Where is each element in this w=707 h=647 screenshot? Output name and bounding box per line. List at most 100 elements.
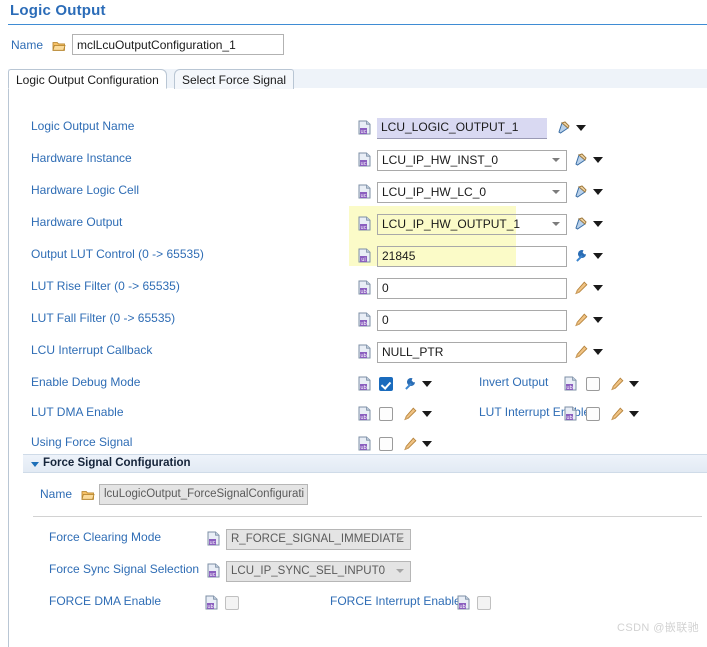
enable-debug-mode-checkbox[interactable]: [379, 377, 393, 391]
force-sync-signal-selection-combo[interactable]: LCU_IP_SYNC_SEL_INPUT0: [226, 561, 411, 582]
field-row-lcu-interrupt-callback: LCU Interrupt Callback ub NULL_PTR: [9, 336, 707, 368]
svg-text:ub: ub: [566, 415, 572, 421]
chevron-down-icon[interactable]: [593, 349, 603, 355]
param-ub-icon: ub: [564, 376, 577, 391]
hardware-logic-cell-value[interactable]: LCU_IP_HW_LC_0: [377, 182, 567, 203]
chevron-down-icon[interactable]: [552, 158, 560, 162]
force-interrupt-enable-checkbox[interactable]: [477, 596, 491, 610]
field-label: Logic Output Name: [31, 119, 135, 133]
pencil-icon[interactable]: [574, 345, 588, 359]
lut-interrupt-enable-checkbox[interactable]: [586, 407, 600, 421]
svg-text:uc: uc: [361, 193, 367, 199]
pencil-icon[interactable]: [610, 377, 624, 391]
logic-output-name-input[interactable]: LCU_LOGIC_OUTPUT_1: [377, 118, 547, 139]
chevron-down-icon[interactable]: [422, 441, 432, 447]
pencil-icon[interactable]: [403, 407, 417, 421]
configuration-panel: Logic Output Name uc LCU_LOGIC_OUTPUT_1 …: [8, 88, 707, 647]
force-sync-signal-selection-value[interactable]: LCU_IP_SYNC_SEL_INPUT0: [226, 561, 411, 582]
chevron-down-icon[interactable]: [576, 125, 586, 131]
section-title: Force Signal Configuration: [43, 457, 191, 469]
chevron-down-icon[interactable]: [422, 381, 432, 387]
force-clearing-mode-value[interactable]: R_FORCE_SIGNAL_IMMEDIATE: [226, 529, 411, 550]
svg-text:ub: ub: [360, 289, 366, 295]
folder-icon[interactable]: [81, 489, 95, 501]
output-lut-control-input[interactable]: 21845: [377, 246, 567, 267]
invert-output-checkbox[interactable]: [586, 377, 600, 391]
chevron-down-icon[interactable]: [593, 317, 603, 323]
chevron-down-icon[interactable]: [629, 381, 639, 387]
chevron-down-icon[interactable]: [593, 285, 603, 291]
wrench-icon[interactable]: [574, 249, 588, 263]
chevron-down-icon[interactable]: [396, 569, 404, 573]
field-row-hardware-instance: Hardware Instance uc LCU_IP_HW_INST_0: [9, 144, 707, 176]
name-input[interactable]: mclLcuOutputConfiguration_1: [72, 34, 284, 55]
link-edit-icon[interactable]: [574, 217, 588, 231]
chevron-down-icon[interactable]: [593, 189, 603, 195]
param-uc-icon: uc: [207, 531, 220, 546]
tab-select-force-signal[interactable]: Select Force Signal: [174, 69, 295, 89]
field-label: LUT DMA Enable: [31, 405, 124, 419]
svg-text:ub: ub: [360, 321, 366, 327]
svg-text:uc: uc: [361, 225, 367, 231]
invert-output-label: Invert Output: [479, 375, 549, 389]
field-row-lut-rise-filter: LUT Rise Filter (0 -> 65535) ub 0: [9, 272, 707, 304]
pencil-icon[interactable]: [610, 407, 624, 421]
hardware-instance-value[interactable]: LCU_IP_HW_INST_0: [377, 150, 567, 171]
force-clearing-mode-combo[interactable]: R_FORCE_SIGNAL_IMMEDIATE: [226, 529, 411, 550]
chevron-down-icon[interactable]: [422, 411, 432, 417]
lut-fall-filter-input[interactable]: 0: [377, 310, 567, 331]
using-force-signal-checkbox[interactable]: [379, 437, 393, 451]
chevron-down-icon[interactable]: [552, 222, 560, 226]
field-label: Using Force Signal: [31, 435, 133, 449]
tab-logic-output-configuration[interactable]: Logic Output Configuration: [8, 69, 167, 89]
chevron-down-icon[interactable]: [593, 253, 603, 259]
folder-icon[interactable]: [52, 40, 66, 52]
svg-text:uc: uc: [361, 129, 367, 135]
chevron-down-icon[interactable]: [552, 190, 560, 194]
svg-text:uc: uc: [210, 572, 216, 578]
pencil-icon[interactable]: [574, 313, 588, 327]
hardware-logic-cell-combo[interactable]: LCU_IP_HW_LC_0: [377, 182, 567, 203]
field-row-force-sync-signal-selection: Force Sync Signal Selection uc LCU_IP_SY…: [9, 555, 707, 587]
pencil-icon[interactable]: [403, 437, 417, 451]
field-label: Output LUT Control (0 -> 65535): [31, 247, 204, 261]
force-dma-enable-checkbox[interactable]: [225, 596, 239, 610]
param-ub-icon: ub: [358, 406, 371, 421]
param-ub-icon: ub: [457, 595, 470, 610]
param-uc-icon: uc: [358, 184, 371, 199]
field-label: LUT Fall Filter (0 -> 65535): [31, 311, 176, 325]
collapse-twisty-icon[interactable]: [31, 462, 39, 467]
param-ub-icon: ub: [358, 436, 371, 451]
chevron-down-icon[interactable]: [593, 157, 603, 163]
link-edit-icon[interactable]: [574, 153, 588, 167]
force-signal-configuration-header[interactable]: Force Signal Configuration: [23, 454, 707, 473]
lut-rise-filter-input[interactable]: 0: [377, 278, 567, 299]
wrench-icon[interactable]: [403, 377, 417, 391]
force-name-label: Name: [40, 487, 73, 501]
hardware-output-combo[interactable]: LCU_IP_HW_OUTPUT_1: [377, 214, 567, 235]
chevron-down-icon[interactable]: [396, 537, 404, 541]
lut-dma-enable-checkbox[interactable]: [379, 407, 393, 421]
link-edit-icon[interactable]: [557, 121, 571, 135]
link-edit-icon[interactable]: [574, 185, 588, 199]
pencil-icon[interactable]: [574, 281, 588, 295]
checkbox-row-force-dma-enable: FORCE DMA Enable ub FORCE Interrupt Enab…: [9, 587, 707, 619]
chevron-down-icon[interactable]: [629, 411, 639, 417]
force-signal-name-input[interactable]: lcuLogicOutput_ForceSignalConfigurati: [99, 484, 308, 505]
field-row-force-clearing-mode: Force Clearing Mode uc R_FORCE_SIGNAL_IM…: [9, 523, 707, 555]
field-label: LCU Interrupt Callback: [31, 343, 153, 357]
svg-text:ub: ub: [360, 415, 366, 421]
checkbox-row-lut-dma-enable: LUT DMA Enable ub LUT Interrupt Enable u…: [9, 398, 707, 430]
field-label: LUT Rise Filter (0 -> 65535): [31, 279, 180, 293]
force-interrupt-enable-label: FORCE Interrupt Enable: [330, 594, 461, 608]
field-row-output-lut-control: Output LUT Control (0 -> 65535) ui 21845: [9, 240, 707, 272]
hardware-output-value[interactable]: LCU_IP_HW_OUTPUT_1: [377, 214, 567, 235]
chevron-down-icon[interactable]: [593, 221, 603, 227]
svg-text:ub: ub: [360, 385, 366, 391]
svg-text:ui: ui: [361, 257, 366, 263]
field-label: Enable Debug Mode: [31, 375, 141, 389]
lcu-interrupt-callback-input[interactable]: NULL_PTR: [377, 342, 567, 363]
hardware-instance-combo[interactable]: LCU_IP_HW_INST_0: [377, 150, 567, 171]
svg-text:ub: ub: [360, 353, 366, 359]
param-ub-icon: ub: [564, 406, 577, 421]
